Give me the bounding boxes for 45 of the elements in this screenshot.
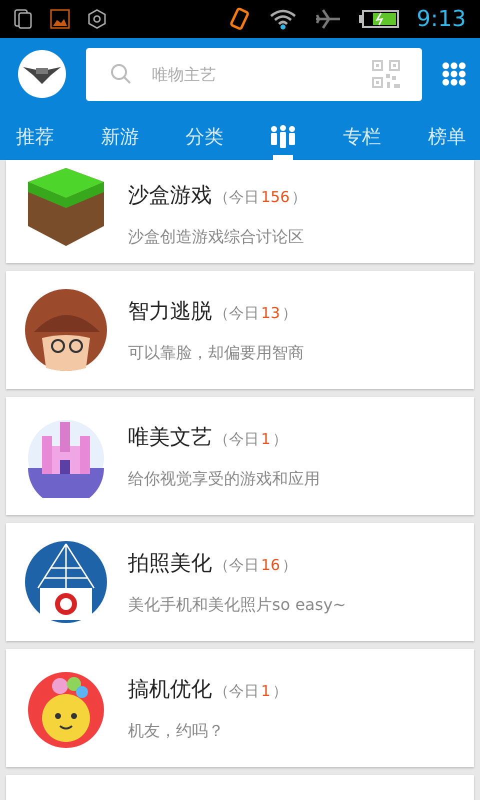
cartoon-character-icon [24, 288, 108, 372]
today-count: 156 [261, 188, 290, 206]
document-icon [14, 9, 32, 29]
today-label: （今日 [214, 304, 259, 322]
people-icon [270, 125, 296, 149]
closing-paren: ） [272, 430, 288, 448]
group-description: 沙盒创造游戏综合讨论区 [128, 227, 305, 248]
group-description: 可以靠脸，却偏要用智商 [128, 342, 304, 364]
today-label: （今日 [214, 430, 259, 448]
search-icon [110, 63, 132, 85]
hexagon-icon [88, 9, 106, 29]
logo-avatar[interactable] [18, 50, 66, 98]
today-count: 16 [261, 556, 280, 574]
group-description: 给你视觉享受的游戏和应用 [128, 468, 320, 490]
clock-time: 9:13 [416, 6, 466, 32]
group-card[interactable]: 智力逃脱（今日 13） 可以靠脸，却偏要用智商 [6, 271, 474, 389]
group-name: 拍照美化 [128, 550, 212, 576]
closing-paren: ） [292, 188, 307, 207]
today-label: （今日 [214, 682, 259, 700]
camera-icon [24, 540, 108, 624]
image-icon [50, 9, 70, 29]
closing-paren: ） [272, 682, 288, 700]
group-card[interactable]: 拍照美化（今日 16） 美化手机和美化照片so easy~ [6, 523, 474, 641]
today-count: 1 [261, 430, 271, 448]
screen-rotation-icon [228, 7, 251, 31]
group-description: 机友，约吗？ [128, 720, 225, 742]
closing-paren: ） [282, 304, 298, 322]
group-description: 美化手机和美化照片so easy~ [128, 594, 346, 616]
group-name: 唯美文艺 [128, 424, 212, 450]
group-name: 沙盒游戏 [128, 182, 212, 209]
wifi-icon [268, 8, 297, 30]
group-card[interactable]: 沙盒游戏（今日 156） 沙盒创造游戏综合讨论区 [6, 160, 474, 263]
search-field[interactable]: 唯物主艺 [86, 48, 422, 100]
battery-icon [358, 10, 399, 28]
airplane-icon [314, 9, 341, 29]
group-name: 搞机优化 [128, 676, 212, 702]
closing-paren: ） [282, 556, 298, 574]
today-label: （今日 [214, 188, 259, 207]
group-card[interactable]: 唯美文艺（今日 1） 给你视觉享受的游戏和应用 [6, 397, 474, 515]
today-count: 1 [261, 682, 271, 700]
search-input[interactable]: 唯物主艺 [150, 64, 354, 84]
group-card[interactable]: 搞机优化（今日 1） 机友，约吗？ [6, 649, 474, 767]
group-name: 智力逃脱 [128, 298, 212, 324]
today-count: 13 [261, 304, 280, 322]
today-label: （今日 [214, 556, 259, 574]
